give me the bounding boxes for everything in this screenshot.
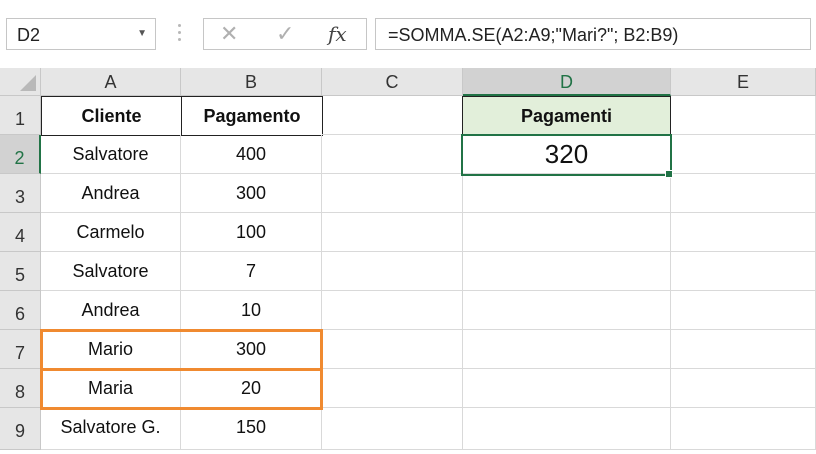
fill-handle[interactable] [665,170,673,178]
row-header-5[interactable]: 5 [0,252,41,291]
name-box[interactable]: D2 ▼ [6,18,156,50]
cell-d4[interactable] [463,213,671,252]
column-header-b[interactable]: B [181,68,322,96]
cell-b7[interactable]: 300 [181,330,322,369]
cell-d1-header-pagamenti[interactable]: Pagamenti [462,96,671,136]
cell-e8[interactable] [671,369,816,408]
row-header-8[interactable]: 8 [0,369,41,408]
cancel-icon[interactable]: ✕ [220,21,238,47]
cell-e4[interactable] [671,213,816,252]
cell-a9[interactable]: Salvatore G. [41,408,181,450]
cell-a6[interactable]: Andrea [41,291,181,330]
cell-e3[interactable] [671,174,816,213]
cell-b4[interactable]: 100 [181,213,322,252]
cell-b8[interactable]: 20 [181,369,322,408]
cell-d7[interactable] [463,330,671,369]
column-header-a[interactable]: A [41,68,181,96]
cell-e5[interactable] [671,252,816,291]
cell-c9[interactable] [322,408,463,450]
cell-d8[interactable] [463,369,671,408]
row-header-3[interactable]: 3 [0,174,41,213]
cell-a8[interactable]: Maria [41,369,181,408]
select-all-corner[interactable] [0,68,41,96]
cell-e7[interactable] [671,330,816,369]
name-box-value: D2 [17,25,41,45]
cell-d9[interactable] [463,408,671,450]
cell-c3[interactable] [322,174,463,213]
cell-b5[interactable]: 7 [181,252,322,291]
cell-c6[interactable] [322,291,463,330]
cell-e6[interactable] [671,291,816,330]
cell-c8[interactable] [322,369,463,408]
cell-c1[interactable] [322,96,463,135]
cell-e2[interactable] [671,135,816,174]
row-header-6[interactable]: 6 [0,291,41,330]
row-header-1[interactable]: 1 [0,96,41,135]
cell-e9[interactable] [671,408,816,450]
cell-b6[interactable]: 10 [181,291,322,330]
cell-d6[interactable] [463,291,671,330]
column-header-e[interactable]: E [671,68,816,96]
row-header-9[interactable]: 9 [0,408,41,450]
cell-e1[interactable] [671,96,816,135]
cell-a3[interactable]: Andrea [41,174,181,213]
cell-c5[interactable] [322,252,463,291]
row-header-7[interactable]: 7 [0,330,41,369]
cell-d5[interactable] [463,252,671,291]
worksheet-grid: A B C D E 1 2 3 4 5 6 7 8 9 Cliente Paga… [0,68,816,450]
cell-b1-header-pagamento[interactable]: Pagamento [181,96,323,136]
enter-check-icon[interactable]: ✓ [276,21,294,47]
cell-d2-result[interactable]: 320 [463,135,671,174]
formula-text[interactable]: =SOMMA.SE(A2:A9;"Mari?"; B2:B9) [388,25,678,46]
cell-a5[interactable]: Salvatore [41,252,181,291]
formula-input[interactable]: =SOMMA.SE(A2:A9;"Mari?"; B2:B9) [375,18,811,50]
cell-a4[interactable]: Carmelo [41,213,181,252]
cell-a7[interactable]: Mario [41,330,181,369]
column-header-d[interactable]: D [463,68,671,96]
column-header-c[interactable]: C [322,68,463,96]
cell-a1-header-cliente[interactable]: Cliente [41,96,182,136]
drag-handle-icon[interactable] [175,20,183,48]
cell-b9[interactable]: 150 [181,408,322,450]
cell-b2[interactable]: 400 [181,135,322,174]
cell-c7[interactable] [322,330,463,369]
row-header-2[interactable]: 2 [0,135,41,174]
chevron-down-icon[interactable]: ▼ [137,28,147,39]
insert-function-icon[interactable]: fx [328,22,347,46]
cell-c2[interactable] [322,135,463,174]
formula-buttons: ✕ ✓ fx [203,18,367,50]
cell-a2[interactable]: Salvatore [41,135,181,174]
formula-bar-area: D2 ▼ ✕ ✓ fx =SOMMA.SE(A2:A9;"Mari?"; B2:… [0,0,816,68]
cell-b3[interactable]: 300 [181,174,322,213]
cell-c4[interactable] [322,213,463,252]
cell-d3[interactable] [463,174,671,213]
row-header-4[interactable]: 4 [0,213,41,252]
